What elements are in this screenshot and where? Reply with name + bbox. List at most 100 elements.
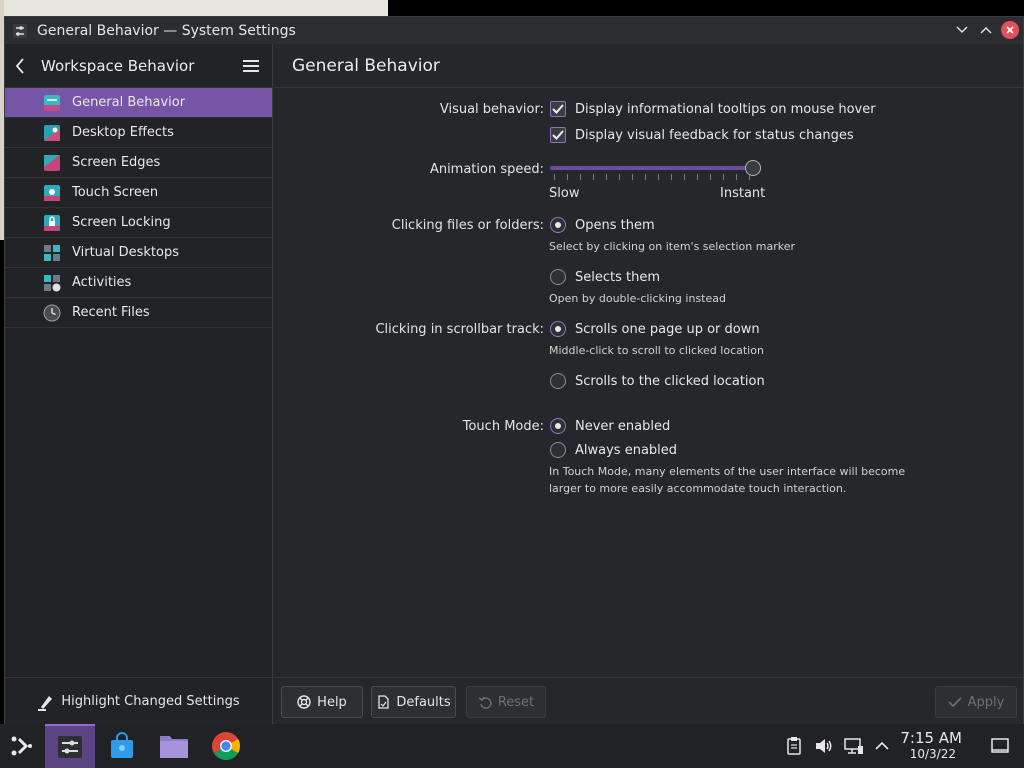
scroll-to-location-radio[interactable] — [550, 373, 566, 389]
minimize-button[interactable] — [953, 21, 971, 39]
close-icon — [1006, 26, 1014, 34]
scroll-page-radio-row[interactable]: Scrolls one page up or down — [550, 321, 760, 337]
opens-them-radio[interactable] — [550, 217, 566, 233]
general-behavior-icon — [44, 95, 60, 111]
sidebar: Workspace Behavior General Behavior Desk… — [5, 44, 273, 725]
reset-button[interactable]: Reset — [466, 686, 546, 718]
checkmark-icon — [552, 104, 564, 114]
defaults-button[interactable]: Defaults — [371, 686, 456, 718]
sidebar-item-virtual-desktops[interactable]: Virtual Desktops — [5, 238, 272, 268]
sidebar-item-screen-edges[interactable]: Screen Edges — [5, 148, 272, 178]
network-icon[interactable] — [844, 736, 864, 756]
shopping-bag-icon — [111, 732, 133, 758]
folder-icon — [160, 736, 188, 758]
page-title: General Behavior — [292, 55, 440, 76]
activities-icon — [44, 275, 61, 292]
system-settings-icon — [58, 736, 82, 758]
scroll-page-radio[interactable] — [550, 321, 566, 337]
tray-expand-icon[interactable] — [872, 736, 892, 756]
sidebar-item-desktop-effects[interactable]: Desktop Effects — [5, 118, 272, 148]
hamburger-icon — [243, 60, 259, 72]
hamburger-menu-button[interactable] — [242, 57, 260, 75]
screen-edges-icon — [44, 155, 60, 171]
slider-track[interactable] — [550, 166, 750, 170]
animation-speed-slider[interactable] — [550, 156, 764, 184]
app-launcher-button[interactable] — [8, 732, 36, 760]
selects-them-note: Open by double-clicking instead — [549, 292, 726, 305]
document-icon — [378, 695, 390, 709]
chevron-down-icon — [956, 26, 968, 34]
sidebar-item-general-behavior[interactable]: General Behavior — [5, 88, 272, 118]
taskbar-file-manager[interactable] — [149, 724, 199, 768]
checkmark-icon — [948, 697, 962, 708]
sidebar-item-screen-locking[interactable]: Screen Locking — [5, 208, 272, 238]
clock-date[interactable]: 10/3/22 — [910, 747, 956, 761]
scroll-to-location-radio-row[interactable]: Scrolls to the clicked location — [550, 373, 765, 389]
close-button[interactable] — [1001, 21, 1019, 39]
never-enabled-radio-row[interactable]: Never enabled — [550, 418, 670, 434]
scrollbar-track-label: Clicking in scrollbar track: — [375, 322, 544, 337]
chevron-up-icon — [980, 26, 992, 34]
launcher-icon — [11, 736, 32, 756]
scroll-page-note: Middle-click to scroll to clicked locati… — [549, 344, 764, 357]
sidebar-header: Workspace Behavior — [5, 44, 272, 88]
highlight-changed-settings-button[interactable]: Highlight Changed Settings — [5, 677, 272, 725]
slider-ticks — [554, 174, 750, 180]
slider-handle[interactable] — [745, 160, 761, 176]
checkmark-icon — [552, 130, 564, 140]
opens-them-note: Select by clicking on item's selection m… — [549, 240, 795, 253]
never-enabled-radio[interactable] — [550, 418, 566, 434]
tooltips-checkbox-row[interactable]: Display informational tooltips on mouse … — [550, 101, 876, 117]
taskbar-system-settings[interactable] — [45, 724, 95, 768]
sidebar-list: General Behavior Desktop Effects Screen … — [5, 88, 272, 328]
slider-max-label: Instant — [720, 186, 766, 201]
back-button[interactable] — [15, 56, 29, 76]
taskbar-chrome[interactable] — [201, 724, 251, 768]
show-desktop-icon[interactable] — [990, 736, 1010, 756]
sidebar-item-touch-screen[interactable]: Touch Screen — [5, 178, 272, 208]
highlighter-icon — [38, 695, 53, 711]
selects-them-radio[interactable] — [550, 269, 566, 285]
touch-screen-icon — [44, 185, 60, 201]
clock-time[interactable]: 7:15 AM — [900, 729, 962, 747]
visual-behavior-label: Visual behavior: — [439, 102, 544, 117]
maximize-button[interactable] — [977, 21, 995, 39]
status-feedback-checkbox[interactable] — [550, 127, 566, 143]
virtual-desktops-icon — [44, 245, 60, 261]
clock-icon — [43, 304, 61, 322]
chevron-left-icon — [15, 57, 24, 74]
always-enabled-radio-row[interactable]: Always enabled — [550, 442, 677, 458]
chrome-icon — [212, 732, 240, 760]
taskbar-discover[interactable] — [97, 724, 147, 768]
apply-button[interactable]: Apply — [935, 686, 1017, 718]
undo-icon — [478, 696, 492, 709]
system-tray: 7:15 AM 10/3/22 — [764, 724, 1024, 768]
tooltips-checkbox[interactable] — [550, 101, 566, 117]
desktop-effects-icon — [44, 125, 60, 141]
help-button[interactable]: Help — [281, 686, 363, 718]
selects-them-radio-row[interactable]: Selects them — [550, 269, 660, 285]
settings-window: General Behavior — System Settings Works… — [4, 16, 1024, 725]
opens-them-radio-row[interactable]: Opens them — [550, 217, 655, 233]
touch-mode-note-line1: In Touch Mode, many elements of the user… — [549, 465, 906, 478]
status-feedback-checkbox-row[interactable]: Display visual feedback for status chang… — [550, 127, 854, 143]
always-enabled-radio[interactable] — [550, 442, 566, 458]
titlebar[interactable]: General Behavior — System Settings — [5, 17, 1023, 44]
system-settings-icon[interactable] — [9, 20, 31, 42]
sidebar-item-recent-files[interactable]: Recent Files — [5, 298, 272, 328]
touch-mode-label: Touch Mode: — [462, 419, 544, 434]
main-header: General Behavior — [274, 44, 1023, 88]
clipboard-icon[interactable] — [784, 736, 804, 756]
touch-mode-note-line2: larger to more easily accommodate touch … — [549, 482, 847, 495]
lifebuoy-icon — [297, 695, 311, 709]
sidebar-title: Workspace Behavior — [41, 56, 195, 75]
clicking-files-label: Clicking files or folders: — [391, 218, 544, 233]
main-panel: General Behavior Visual behavior: Displa… — [274, 44, 1023, 725]
sidebar-item-activities[interactable]: Activities — [5, 268, 272, 298]
slider-min-label: Slow — [549, 186, 580, 201]
volume-icon[interactable] — [814, 736, 834, 756]
taskbar: 7:15 AM 10/3/22 — [0, 724, 1024, 768]
window-title: General Behavior — System Settings — [37, 22, 296, 39]
button-bar: Help Defaults Reset Apply — [274, 677, 1023, 725]
animation-speed-label: Animation speed: — [429, 162, 544, 177]
